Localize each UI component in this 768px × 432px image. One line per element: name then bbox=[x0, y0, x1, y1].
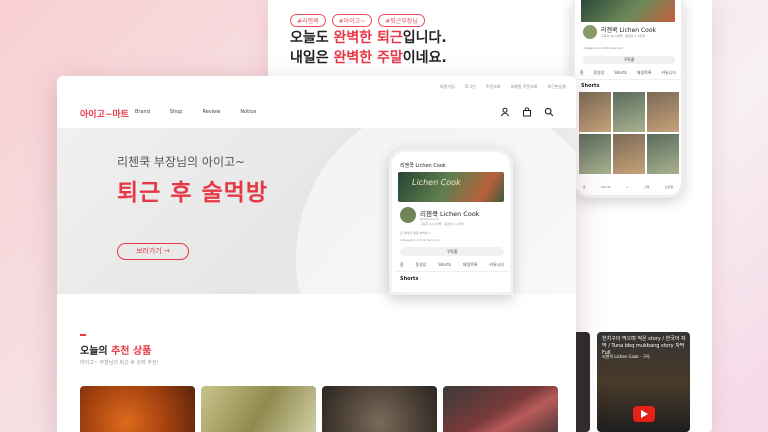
channel-name: 리첸쿡 Lichen Cook bbox=[601, 27, 656, 34]
back-phone-mockup: 리첸쿡 Lichen Cook 구독자 24.1만명 · 동영상 1.1천개 i… bbox=[572, 0, 684, 198]
tag-chip[interactable]: #아이고~ bbox=[331, 14, 373, 27]
nav-shorts[interactable]: Shorts bbox=[601, 185, 611, 189]
recent-items-link[interactable]: 최근본상품 bbox=[548, 84, 566, 90]
nav-notice[interactable]: Notice bbox=[240, 109, 256, 115]
shorts-thumbnail[interactable] bbox=[647, 92, 679, 132]
order-lookup-link[interactable]: 주문조회 bbox=[486, 84, 501, 90]
tab-community[interactable]: 커뮤니티 bbox=[489, 262, 504, 268]
tab-playlists[interactable]: 재생목록 bbox=[463, 262, 478, 268]
login-link[interactable]: 로그인 bbox=[465, 84, 476, 90]
channel-tabs: 홈 동영상 Shorts 재생목록 커뮤니티 bbox=[575, 70, 681, 80]
tab-home[interactable]: 홈 bbox=[400, 262, 404, 268]
channel-banner: Lichen Cook bbox=[398, 172, 504, 202]
tab-shorts[interactable]: Shorts bbox=[614, 70, 627, 76]
back-headline: 오늘도 완벽한 퇴근입니다. 내일은 완벽한 주말이네요. bbox=[290, 30, 447, 66]
nav-shop[interactable]: Shop bbox=[170, 109, 183, 115]
nav-review[interactable]: Review bbox=[202, 109, 220, 115]
main-nav: Brand Shop Review Notice bbox=[135, 109, 256, 115]
front-phone-mockup: 리첸쿡 Lichen Cook Lichen Cook 리첸쿡 Lichen C… bbox=[389, 149, 513, 295]
tab-videos[interactable]: 동영상 bbox=[593, 70, 604, 76]
shorts-grid bbox=[579, 92, 679, 174]
channel-banner bbox=[581, 0, 675, 22]
shorts-channel: 리첸쿡 Lichen Cook · 구독 bbox=[602, 354, 650, 359]
bottom-nav: 홈 Shorts + 구독 보관함 bbox=[575, 185, 681, 189]
hero-subtitle: 리첸쿡 부장님의 아이고~ bbox=[117, 155, 246, 169]
shorts-thumbnail[interactable] bbox=[613, 134, 645, 174]
nav-subscriptions[interactable]: 구독 bbox=[644, 185, 650, 189]
nav-create[interactable]: + bbox=[626, 185, 629, 189]
avatar bbox=[583, 25, 597, 39]
tag-chip[interactable]: #퇴근부장님 bbox=[378, 14, 425, 27]
phone-header-title: 리첸쿡 Lichen Cook bbox=[400, 163, 446, 169]
tag-chip[interactable]: #리첸쿡 bbox=[290, 14, 326, 27]
channel-stats: 구독자 24.1만명 · 동영상 1.1천개 bbox=[601, 34, 645, 38]
channel-link[interactable]: instagram.com/lichencook bbox=[583, 46, 623, 50]
shorts-thumbnail[interactable] bbox=[613, 92, 645, 132]
nav-library[interactable]: 보관함 bbox=[665, 185, 673, 189]
channel-link[interactable]: instagram.com/lichencook bbox=[400, 238, 440, 242]
tab-videos[interactable]: 동영상 bbox=[415, 262, 426, 268]
product-card[interactable] bbox=[80, 386, 195, 432]
section-subtitle: 아이고~ 부장님의 퇴근 후 강력 추천! bbox=[80, 360, 159, 366]
tab-home[interactable]: 홈 bbox=[580, 70, 584, 76]
shorts-heading: Shorts bbox=[400, 276, 419, 282]
shorts-thumbnail[interactable] bbox=[579, 134, 611, 174]
shorts-heading: Shorts bbox=[581, 83, 600, 89]
guest-order-link[interactable]: 비회원 주문조회 bbox=[511, 84, 538, 90]
subscribe-button[interactable]: 구독중 bbox=[400, 247, 504, 256]
tag-list: #리첸쿡 #아이고~ #퇴근부장님 bbox=[290, 8, 431, 27]
subscribe-button[interactable]: 구독중 bbox=[583, 56, 675, 64]
section-title: 오늘의 추천 상품 bbox=[80, 346, 152, 357]
front-page-card: 회원가입 로그인 주문조회 비회원 주문조회 최근본상품 아이고~마트 Bran… bbox=[57, 76, 576, 432]
header-icons bbox=[500, 107, 554, 117]
signup-link[interactable]: 회원가입 bbox=[440, 84, 455, 90]
nav-home[interactable]: 홈 bbox=[583, 185, 586, 189]
tab-shorts[interactable]: Shorts bbox=[438, 262, 451, 268]
youtube-play-icon[interactable] bbox=[633, 406, 655, 422]
product-card[interactable] bbox=[201, 386, 316, 432]
nav-brand[interactable]: Brand bbox=[135, 109, 150, 115]
site-logo[interactable]: 아이고~마트 bbox=[80, 107, 129, 120]
cart-icon[interactable] bbox=[522, 107, 532, 117]
product-card[interactable] bbox=[322, 386, 437, 432]
utility-links: 회원가입 로그인 주문조회 비회원 주문조회 최근본상품 bbox=[440, 84, 566, 90]
watch-button[interactable]: 보러가기 → bbox=[117, 243, 189, 260]
search-icon[interactable] bbox=[544, 107, 554, 117]
shorts-card[interactable]: 한치구이 먹으며 적은 story / 한국어 자막 / Tuna bbq mu… bbox=[597, 332, 690, 432]
channel-stats: 구독자 24.1만명 · 동영상 1.1천개 bbox=[420, 222, 464, 226]
channel-description[interactable]: 집 앞에서 매일 술먹방 > bbox=[400, 231, 431, 235]
banner-text: Lichen Cook bbox=[412, 178, 461, 187]
hero-title: 퇴근 후 술먹방 bbox=[117, 180, 268, 206]
shorts-thumbnail[interactable] bbox=[579, 92, 611, 132]
tab-community[interactable]: 커뮤니티 bbox=[661, 70, 676, 76]
channel-tabs: 홈 동영상 Shorts 재생목록 커뮤니티 bbox=[396, 262, 508, 272]
product-card[interactable] bbox=[443, 386, 558, 432]
avatar bbox=[400, 207, 416, 223]
channel-handle: @lichencook bbox=[420, 217, 440, 221]
user-icon[interactable] bbox=[500, 107, 510, 117]
shorts-thumbnail[interactable] bbox=[647, 134, 679, 174]
tab-playlists[interactable]: 재생목록 bbox=[637, 70, 652, 76]
section-accent-bar bbox=[80, 334, 86, 336]
